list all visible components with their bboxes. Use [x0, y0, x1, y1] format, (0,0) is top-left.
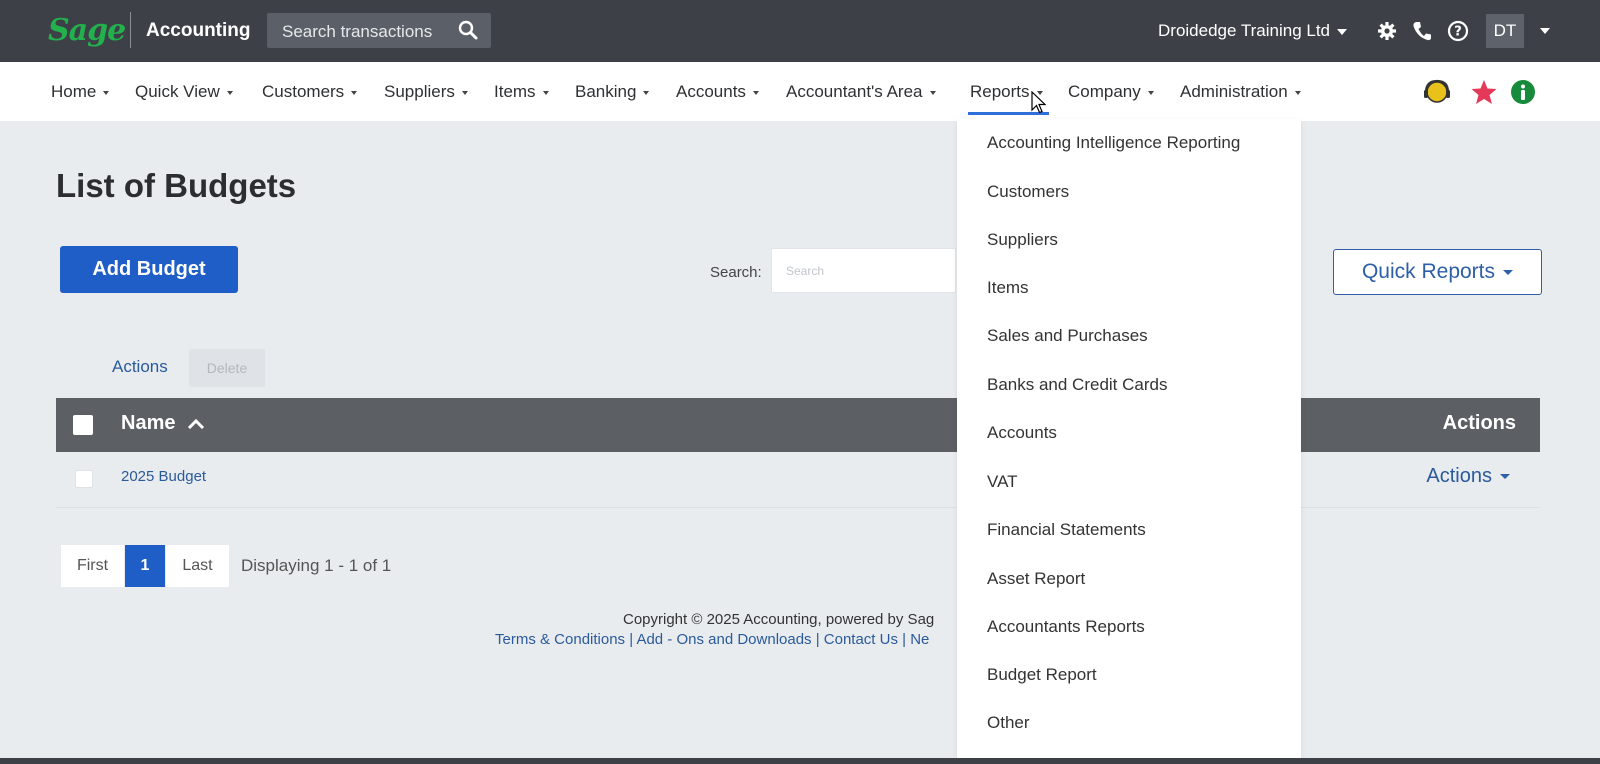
nav-administration-label: Administration [1180, 82, 1288, 101]
menu-item-items[interactable]: Items [987, 278, 1029, 298]
menu-item-accountants-reports[interactable]: Accountants Reports [987, 617, 1145, 637]
budget-search-input[interactable]: Search [771, 248, 956, 293]
chevron-down-icon [929, 90, 936, 95]
nav-quick-view[interactable]: Quick View [135, 82, 233, 102]
chevron-down-icon [351, 90, 358, 95]
last-page-button[interactable]: Last [166, 545, 229, 587]
nav-company-label: Company [1068, 82, 1141, 101]
menu-item-banks-and-credit-cards[interactable]: Banks and Credit Cards [987, 375, 1167, 395]
support-headset-icon[interactable] [1422, 77, 1452, 107]
company-selector[interactable]: Droidedge Training Ltd [1158, 21, 1348, 41]
nav-home[interactable]: Home [51, 82, 110, 102]
actions-column-header: Actions [1442, 412, 1516, 434]
mouse-pointer-icon [1031, 90, 1047, 120]
quick-reports-button[interactable]: Quick Reports [1333, 249, 1542, 295]
nav-customers[interactable]: Customers [262, 82, 358, 102]
sage-logo[interactable]: Sage [48, 13, 126, 48]
nav-accountants-area-label: Accountant's Area [786, 82, 923, 101]
phone-icon[interactable] [1411, 20, 1433, 42]
nav-accounts[interactable]: Accounts [676, 82, 759, 102]
nav-banking[interactable]: Banking [575, 82, 650, 102]
chevron-down-icon [1337, 28, 1348, 35]
row-actions-dropdown[interactable]: Actions [1426, 465, 1510, 488]
sort-ascending-icon [187, 418, 205, 429]
svg-text:?: ? [1454, 25, 1462, 40]
nav-suppliers-label: Suppliers [384, 82, 455, 101]
help-icon[interactable]: ? [1447, 20, 1469, 42]
search-icon[interactable] [457, 19, 479, 46]
nav-suppliers[interactable]: Suppliers [384, 82, 468, 102]
user-avatar[interactable]: DT [1486, 14, 1524, 48]
nav-reports-label: Reports [970, 82, 1030, 101]
budget-search-placeholder: Search [786, 264, 825, 278]
nav-accountants-area[interactable]: Accountant's Area [786, 82, 936, 102]
nav-items-label: Items [494, 82, 536, 101]
reports-dropdown-menu: Accounting Intelligence Reporting Custom… [957, 119, 1301, 760]
menu-item-sales-and-purchases[interactable]: Sales and Purchases [987, 326, 1148, 346]
quick-reports-label: Quick Reports [1361, 260, 1496, 283]
favourites-star-icon[interactable] [1469, 77, 1499, 107]
top-bar: Sage Accounting Search transactions Droi… [0, 0, 1600, 62]
chevron-down-icon [752, 90, 759, 95]
chevron-down-icon [226, 90, 233, 95]
bottom-edge [0, 758, 1600, 764]
chevron-down-icon [1147, 90, 1154, 95]
first-page-button[interactable]: First [61, 545, 124, 587]
nav-banking-label: Banking [575, 82, 637, 101]
info-icon[interactable] [1508, 77, 1538, 107]
search-label: Search: [710, 264, 762, 281]
row-checkbox[interactable] [75, 470, 93, 488]
nav-items[interactable]: Items [494, 82, 549, 102]
add-budget-button[interactable]: Add Budget [60, 246, 238, 293]
user-menu-chevron-icon[interactable] [1540, 28, 1550, 34]
footer-copyright: Copyright © 2025 Accounting, powered by … [623, 611, 935, 628]
chevron-down-icon [461, 90, 468, 95]
table-header: Name Actions [56, 398, 1540, 452]
chevron-down-icon [1500, 474, 1510, 480]
nav-company[interactable]: Company [1068, 82, 1154, 102]
select-all-checkbox[interactable] [73, 415, 93, 435]
settings-icon[interactable] [1376, 20, 1398, 42]
company-name: Droidedge Training Ltd [1158, 21, 1331, 40]
footer-links[interactable]: Terms & Conditions | Add - Ons and Downl… [495, 631, 929, 648]
name-column-header[interactable]: Name [121, 412, 205, 435]
bulk-actions-link[interactable]: Actions [112, 357, 168, 377]
table-row: 2025 Budget Actions [56, 452, 1540, 508]
page-title: List of Budgets [56, 167, 297, 204]
nav-accounts-label: Accounts [676, 82, 746, 101]
search-transactions-placeholder: Search transactions [282, 22, 433, 41]
nav-customers-label: Customers [262, 82, 345, 101]
pagination-info: Displaying 1 - 1 of 1 [241, 556, 392, 575]
chevron-down-icon [643, 90, 650, 95]
name-column-label: Name [121, 412, 176, 434]
chevron-down-icon [1294, 90, 1301, 95]
chevron-down-icon [103, 90, 110, 95]
menu-item-other[interactable]: Other [987, 713, 1030, 733]
menu-item-accounts[interactable]: Accounts [987, 423, 1057, 443]
menu-item-financial-statements[interactable]: Financial Statements [987, 520, 1146, 540]
budget-name-link[interactable]: 2025 Budget [121, 468, 206, 485]
chevron-down-icon [542, 90, 549, 95]
menu-item-asset-report[interactable]: Asset Report [987, 569, 1085, 589]
chevron-down-icon [1503, 269, 1514, 275]
menu-item-accounting-intelligence-reporting[interactable]: Accounting Intelligence Reporting [987, 133, 1240, 153]
main-navigation: Home Quick View Customers Suppliers Item… [0, 62, 1600, 121]
menu-item-vat[interactable]: VAT [987, 472, 1018, 492]
menu-item-customers[interactable]: Customers [987, 182, 1069, 202]
logo-divider [130, 12, 131, 48]
search-transactions-input[interactable]: Search transactions [267, 13, 491, 48]
menu-item-budget-report[interactable]: Budget Report [987, 665, 1097, 685]
delete-button[interactable]: Delete [189, 349, 265, 387]
menu-item-suppliers[interactable]: Suppliers [987, 230, 1058, 250]
nav-administration[interactable]: Administration [1180, 82, 1301, 102]
current-page-button[interactable]: 1 [125, 545, 165, 587]
app-name: Accounting [146, 20, 251, 41]
nav-quick-view-label: Quick View [135, 82, 220, 101]
nav-home-label: Home [51, 82, 97, 101]
row-actions-label: Actions [1426, 465, 1492, 487]
